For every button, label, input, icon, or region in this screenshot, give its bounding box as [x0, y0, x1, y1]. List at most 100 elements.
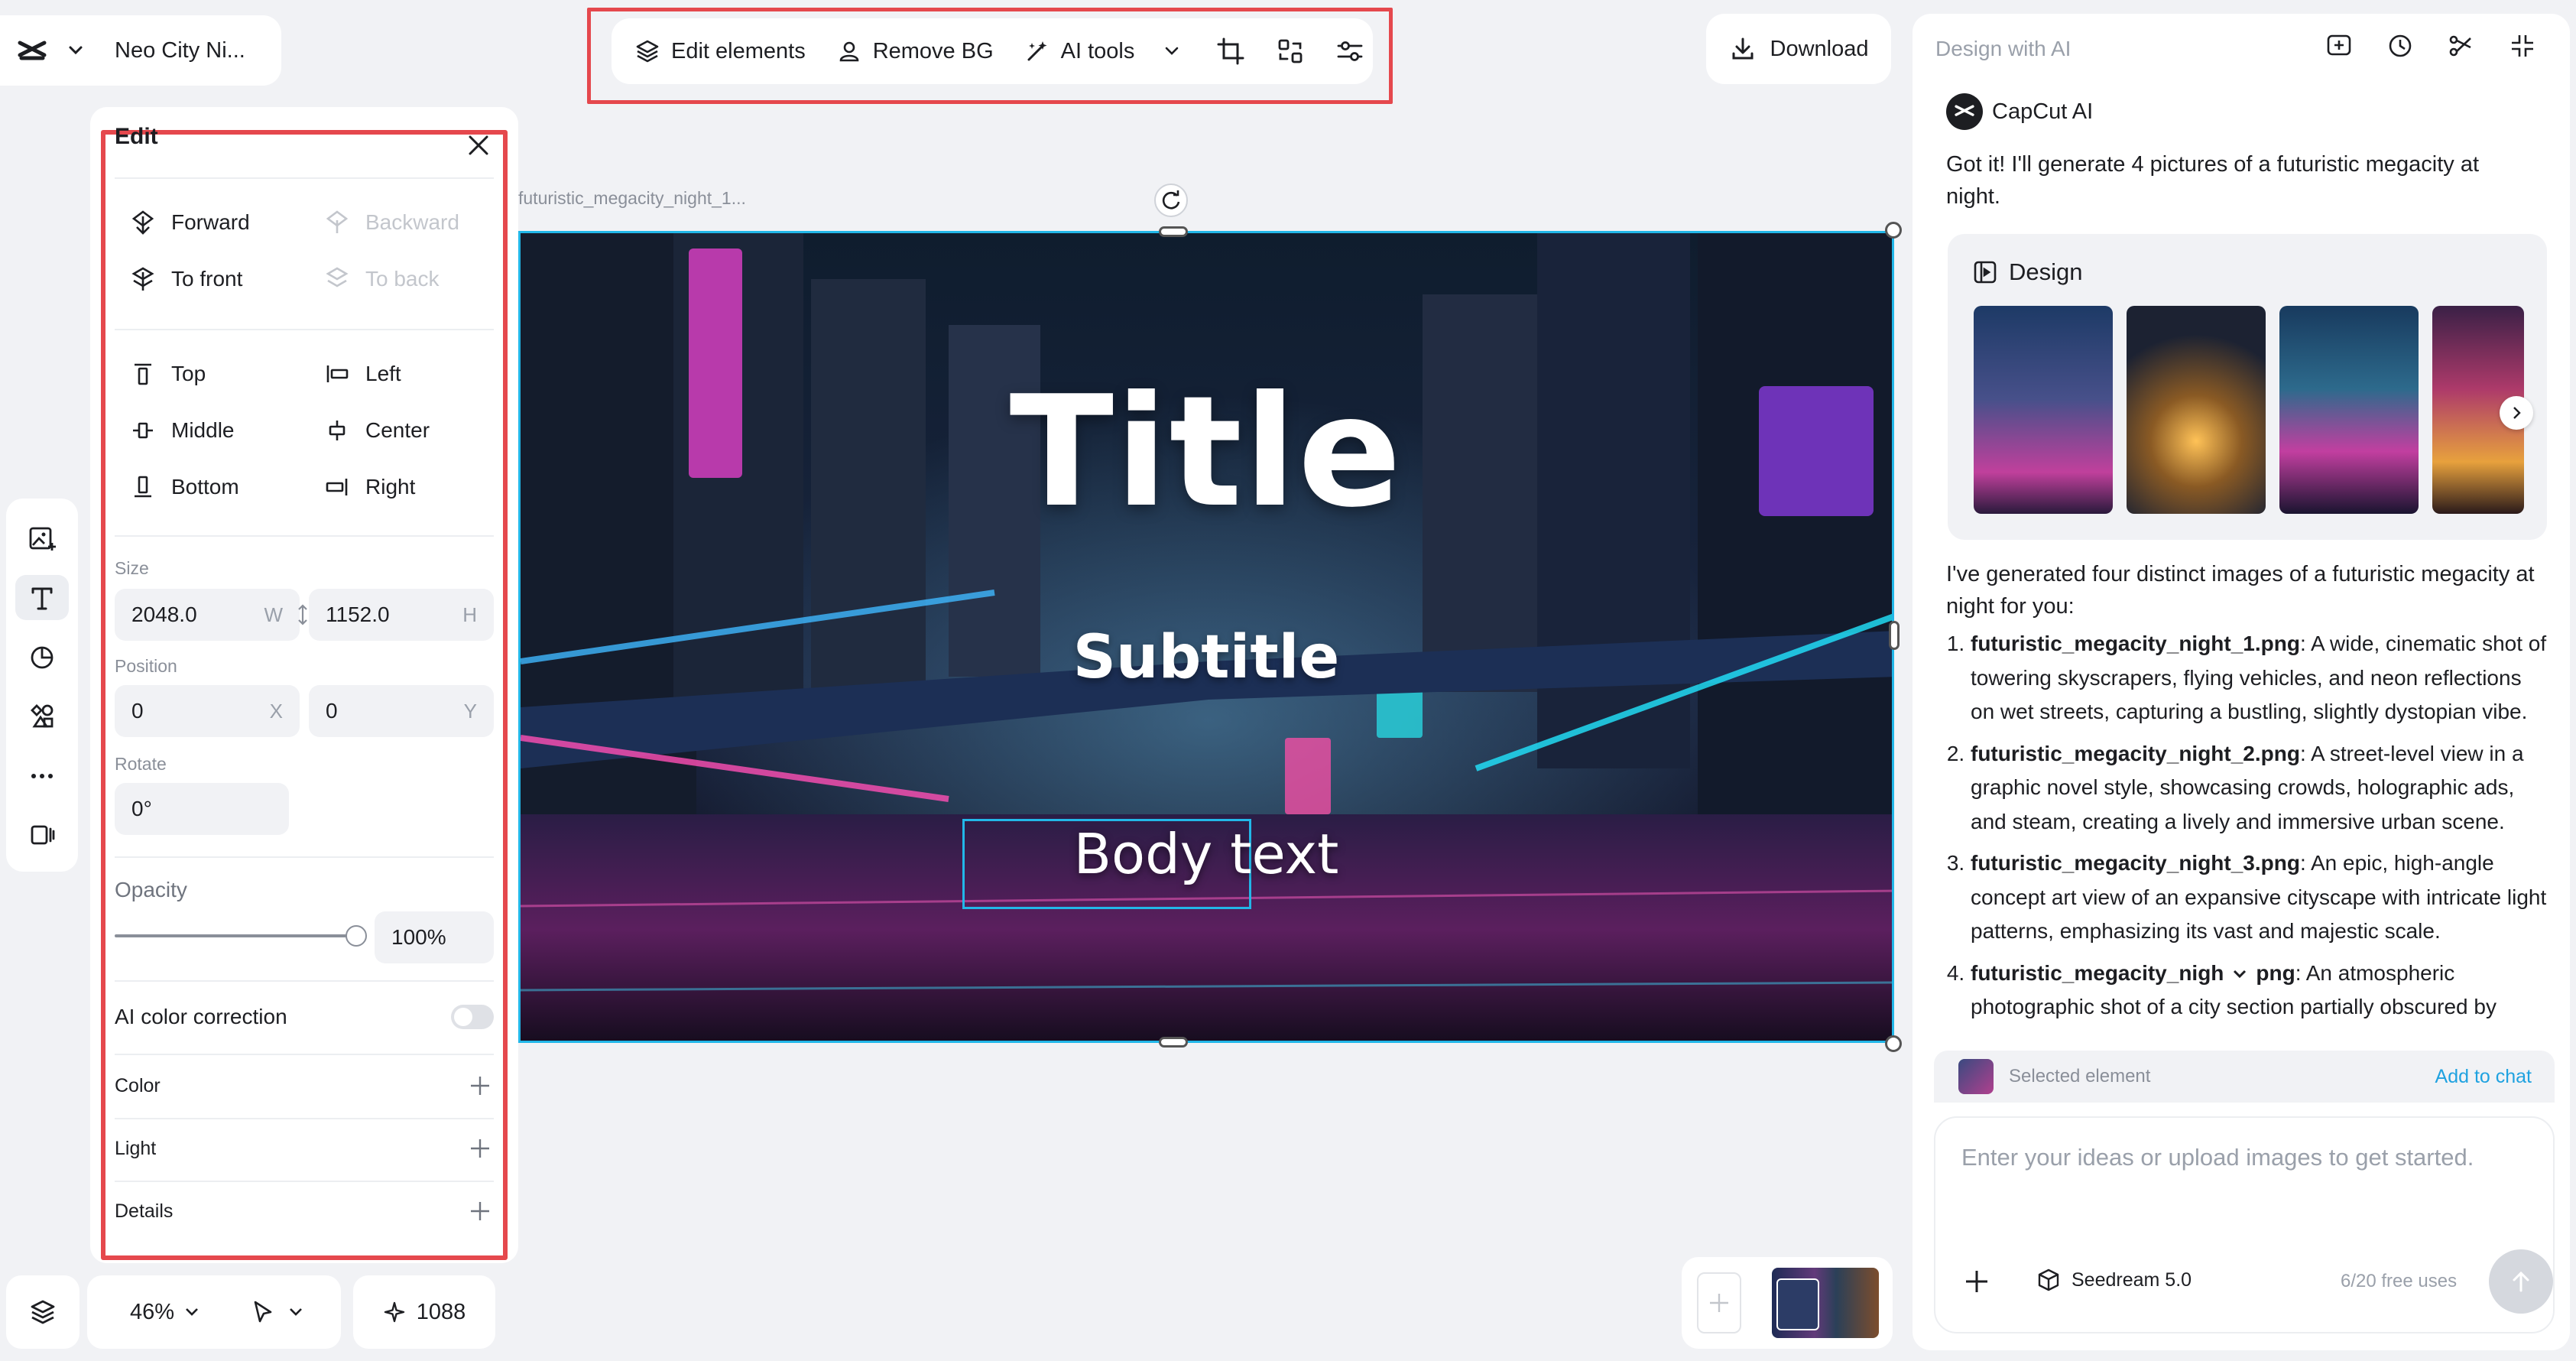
canvas-subtitle-text[interactable]: Subtitle: [521, 623, 1892, 692]
resize-handle-bottom[interactable]: [1159, 1037, 1188, 1048]
file-name: futuristic_megacity_night_1.png: [1971, 632, 2300, 655]
zoom-value[interactable]: 46%: [130, 1300, 174, 1325]
video-icon: [27, 820, 57, 850]
height-value: 1152.0: [326, 603, 390, 626]
align-middle-button[interactable]: Middle: [130, 417, 234, 443]
next-images-button[interactable]: [2500, 396, 2533, 430]
layers-button[interactable]: [6, 1275, 79, 1349]
forward-button[interactable]: Forward: [130, 210, 250, 235]
list-item: futuristic_megacity_night_1.png: A wide,…: [1971, 627, 2550, 729]
plus-icon[interactable]: [466, 1197, 494, 1225]
backward-button[interactable]: Backward: [324, 210, 459, 235]
generated-image-3[interactable]: [2279, 306, 2419, 514]
project-name[interactable]: Neo City Ni...: [115, 38, 245, 63]
model-selector[interactable]: Seedream 5.0: [2036, 1268, 2192, 1292]
backward-label: Backward: [365, 210, 459, 234]
align-bottom-button[interactable]: Bottom: [130, 474, 239, 500]
to-back-button[interactable]: To back: [324, 266, 440, 292]
to-front-button[interactable]: To front: [130, 266, 242, 292]
plus-icon[interactable]: [466, 1072, 494, 1100]
divider: [115, 980, 494, 982]
text-tool[interactable]: [15, 574, 69, 621]
adjust-sliders-icon[interactable]: [1335, 36, 1365, 67]
design-icon: [1972, 259, 1998, 285]
design-canvas[interactable]: Title Subtitle Body text: [518, 231, 1894, 1043]
add-page-button[interactable]: [1697, 1272, 1741, 1333]
align-left-button[interactable]: Left: [324, 361, 401, 387]
resize-handle-bottom-right[interactable]: [1885, 1035, 1902, 1052]
send-button[interactable]: [2489, 1249, 2553, 1314]
align-left-icon: [324, 361, 350, 387]
capcut-logo-icon[interactable]: [15, 34, 49, 67]
branch-icon[interactable]: [2446, 31, 2477, 61]
remove-bg-button[interactable]: Remove BG: [836, 38, 994, 64]
plus-icon[interactable]: [1961, 1266, 1992, 1297]
ai-tools-label: AI tools: [1060, 38, 1135, 63]
canvas-title-text[interactable]: Title: [521, 363, 1892, 541]
free-uses-count: 6/20 free uses: [2341, 1271, 2458, 1291]
resize-handle-top-right[interactable]: [1885, 222, 1902, 239]
align-center-button[interactable]: Center: [324, 417, 430, 443]
file-extension: png: [2256, 960, 2295, 985]
text-icon: [27, 583, 57, 613]
add-image-tool[interactable]: [15, 515, 69, 561]
ai-tools-button[interactable]: AI tools: [1024, 38, 1186, 64]
chevron-down-icon[interactable]: [64, 39, 87, 62]
pointer-icon[interactable]: [249, 1298, 277, 1326]
generated-image-1[interactable]: [1974, 306, 2113, 514]
new-chat-icon[interactable]: [2324, 31, 2354, 61]
elements-icon: [27, 701, 57, 732]
opacity-slider[interactable]: [115, 934, 356, 937]
opacity-slider-handle[interactable]: [346, 925, 367, 947]
credits-badge[interactable]: 1088: [353, 1275, 495, 1349]
project-header: Neo City Ni...: [0, 15, 281, 86]
resize-handle-right[interactable]: [1889, 621, 1900, 650]
close-icon[interactable]: [462, 128, 495, 162]
align-right-label: Right: [365, 475, 416, 499]
height-field[interactable]: 1152.0 H: [309, 589, 494, 641]
history-icon[interactable]: [2385, 31, 2415, 61]
divider: [115, 1054, 494, 1055]
chevron-down-icon[interactable]: [182, 1302, 202, 1322]
assistant-name: CapCut AI: [1992, 99, 2094, 124]
scroll-down-chevron-icon[interactable]: [2228, 963, 2251, 986]
resize-handle-top[interactable]: [1159, 226, 1188, 237]
rotate-handle-icon[interactable]: [1154, 184, 1188, 217]
download-icon: [1729, 35, 1757, 63]
divider: [115, 535, 494, 537]
file-name: futuristic_megacity_night_3.png: [1971, 851, 2300, 875]
x-field[interactable]: 0 X: [115, 685, 300, 737]
more-tools[interactable]: [15, 753, 69, 799]
plus-icon[interactable]: [466, 1135, 494, 1162]
chevron-down-icon: [1159, 38, 1185, 64]
file-name: futuristic_megacity_night_2.png: [1971, 741, 2300, 765]
page-thumbnail[interactable]: [1772, 1268, 1879, 1338]
crop-icon[interactable]: [1215, 36, 1246, 67]
opacity-field[interactable]: 100%: [375, 911, 494, 963]
generated-list-scroll[interactable]: futuristic_megacity_night_1.png: A wide,…: [1946, 627, 2550, 1040]
video-tool[interactable]: [15, 812, 69, 858]
edit-elements-button[interactable]: Edit elements: [634, 38, 806, 64]
download-button[interactable]: Download: [1706, 14, 1891, 84]
canvas-body-text[interactable]: Body text: [521, 822, 1892, 886]
align-middle-label: Middle: [171, 418, 235, 442]
y-field[interactable]: 0 Y: [309, 685, 494, 737]
ai-color-correction-toggle[interactable]: [451, 1005, 494, 1029]
rotate-field[interactable]: 0°: [115, 783, 289, 835]
align-right-button[interactable]: Right: [324, 474, 415, 500]
generated-image-2[interactable]: [2127, 306, 2266, 514]
elements-tool[interactable]: [15, 693, 69, 739]
align-center-icon: [324, 417, 350, 443]
magic-wand-icon: [1024, 38, 1050, 64]
collapse-icon[interactable]: [2507, 31, 2538, 61]
align-top-button[interactable]: Top: [130, 361, 206, 387]
add-to-chat-link[interactable]: Add to chat: [2435, 1066, 2532, 1088]
prompt-input[interactable]: Enter your ideas or upload images to get…: [1961, 1144, 2527, 1171]
chevron-down-icon[interactable]: [286, 1302, 306, 1322]
shapes-tool[interactable]: [15, 634, 69, 680]
width-field[interactable]: 2048.0 W: [115, 589, 300, 641]
replace-image-icon[interactable]: [1275, 36, 1306, 67]
align-bottom-icon: [130, 474, 156, 500]
layers-icon: [28, 1297, 58, 1327]
chevron-right-icon: [2507, 404, 2526, 422]
